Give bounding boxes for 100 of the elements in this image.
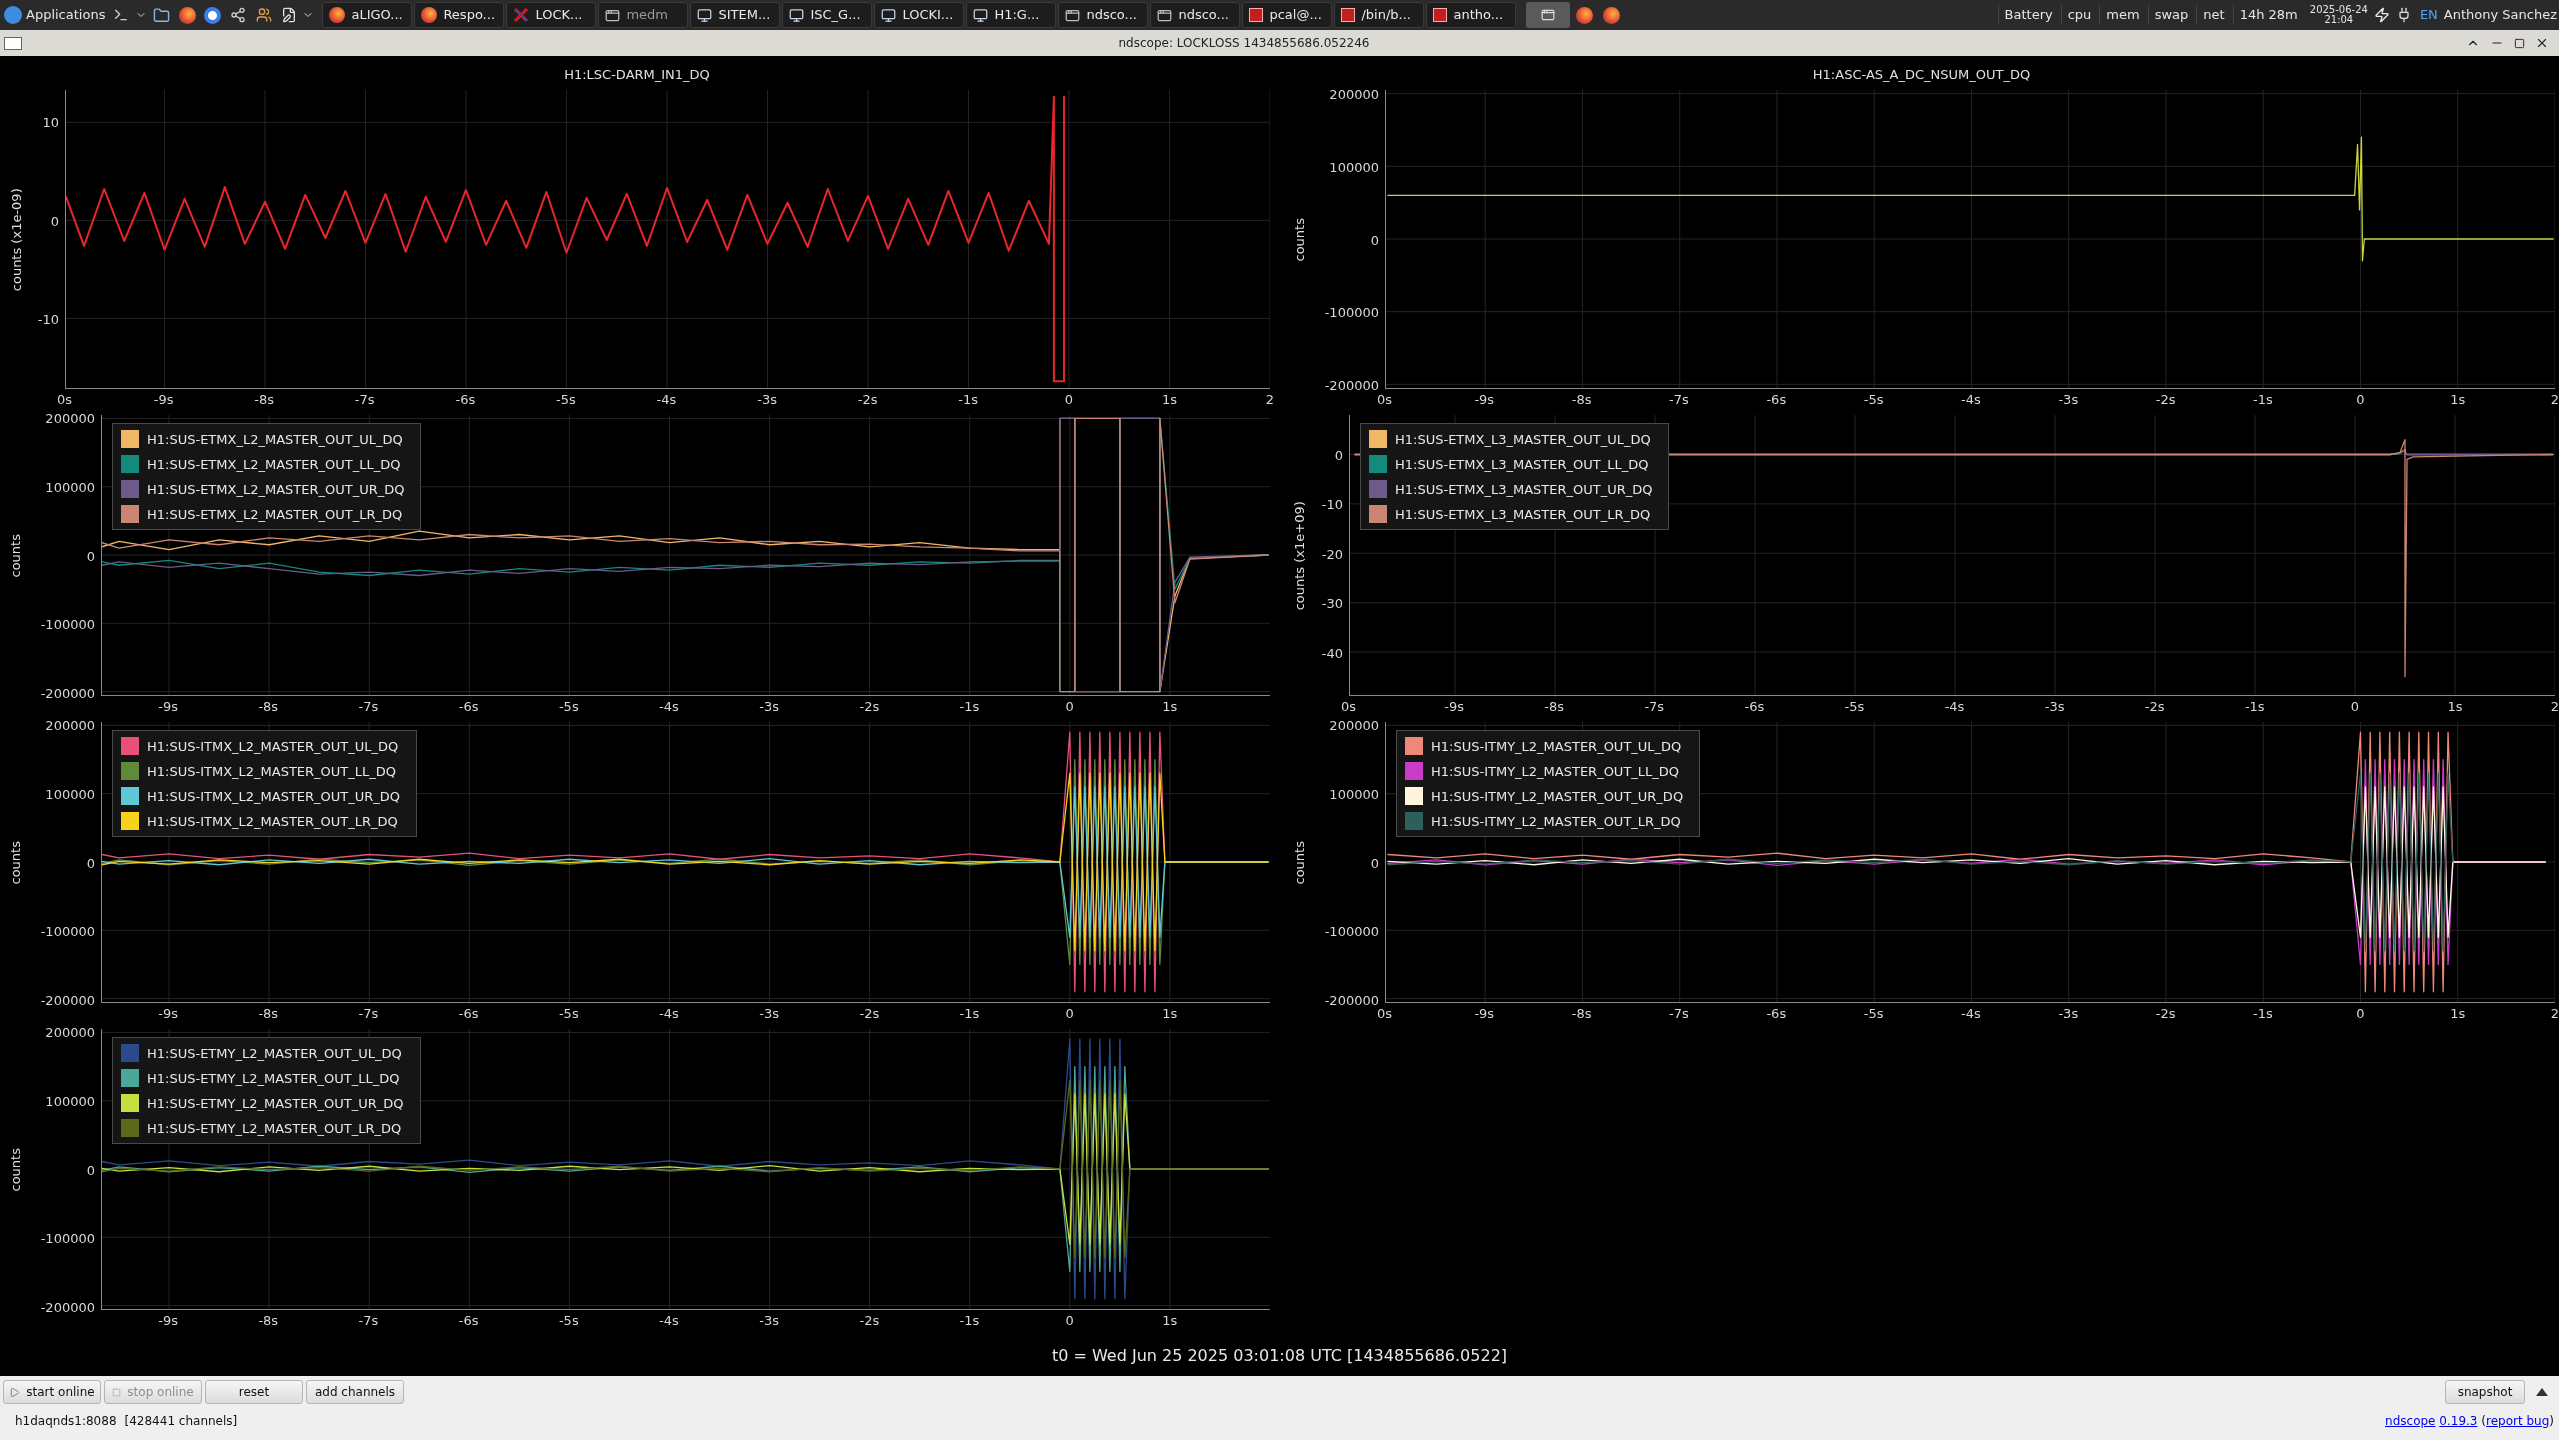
tick-label: -2s <box>859 1007 880 1020</box>
tick-label: -6s <box>1744 700 1765 713</box>
legend-label: H1:SUS-ETMX_L2_MASTER_OUT_UR_DQ <box>147 482 406 496</box>
tick-label: -3s <box>759 1007 779 1020</box>
tick-label: -3s <box>2058 1007 2079 1020</box>
tick-label: -2s <box>859 1314 880 1327</box>
tick-label: 100000 <box>45 480 95 494</box>
tick-label: -200000 <box>1324 993 1379 1007</box>
legend-label: H1:SUS-ETMX_L3_MASTER_OUT_LL_DQ <box>1395 457 1650 471</box>
tick-label: -1s <box>2244 700 2265 713</box>
tick-label: 0s <box>1377 393 1393 406</box>
tick-label: 1s <box>2450 393 2466 406</box>
legend-label: H1:SUS-ETMY_L2_MASTER_OUT_UR_DQ <box>147 1096 405 1110</box>
tick-label: 0 <box>86 549 95 562</box>
legend-label: H1:SUS-ETMY_L2_MASTER_OUT_UL_DQ <box>147 1046 403 1060</box>
tick-label: 10 <box>42 115 59 129</box>
tick-label: -6s <box>1766 1007 1787 1020</box>
tick-label: -4s <box>659 1007 679 1020</box>
tick-label: -6s <box>458 1007 479 1020</box>
tick-label: -5s <box>556 393 576 406</box>
tick-label: 1s <box>2450 1007 2466 1020</box>
tick-label: 0s <box>57 393 73 406</box>
tick-label: -1s <box>2253 1007 2273 1020</box>
tick-label: -7s <box>1669 1007 1689 1020</box>
tick-label: -5s <box>558 1314 579 1327</box>
tick-label: 0 <box>1065 1314 1074 1327</box>
tick-label: -7s <box>1669 393 1689 406</box>
tick-label: -200000 <box>40 1300 95 1314</box>
tick-label: 200000 <box>1329 718 1379 732</box>
tick-label: 200000 <box>45 718 95 732</box>
tick-label: 2 <box>2550 700 2559 713</box>
tick-label: -4s <box>659 700 679 713</box>
tick-label: -2s <box>2155 1007 2176 1020</box>
tick-label: -8s <box>254 393 275 406</box>
tick-label: -4s <box>1961 393 1981 406</box>
tick-label: 0 <box>1370 233 1379 246</box>
tick-label: -8s <box>258 1007 279 1020</box>
tick-label: -9s <box>158 1007 178 1020</box>
channel-count: [428441 channels] <box>123 1413 238 1430</box>
tick-label: -5s <box>1844 700 1865 713</box>
tick-label: -3s <box>757 393 777 406</box>
tick-label: -1s <box>2253 393 2273 406</box>
window-title: ndscope: LOCKLOSS 1434855686.052246 <box>1118 35 1370 52</box>
tick-label: -9s <box>1474 393 1495 406</box>
legend-label: H1:SUS-ETMY_L2_MASTER_OUT_LL_DQ <box>147 1071 401 1085</box>
tick-label: -3s <box>759 1314 779 1327</box>
tick-label: -9s <box>1444 700 1464 713</box>
tick-label: -100000 <box>40 1231 95 1245</box>
tick-label: -7s <box>358 1007 379 1020</box>
tick-label: -10 <box>37 312 59 326</box>
tick-label: -200000 <box>1324 378 1379 392</box>
plot-title: H1:ASC-AS_A_DC_NSUM_OUT_DQ <box>1812 66 2031 85</box>
tick-label: 1s <box>1162 700 1178 713</box>
tick-label: 200000 <box>45 411 95 425</box>
tick-label: -4s <box>1961 1007 1981 1020</box>
legend-label: H1:SUS-ETMY_L2_MASTER_OUT_LR_DQ <box>147 1121 403 1135</box>
tick-label: 0 <box>50 214 59 228</box>
legend-label: H1:SUS-ITMX_L2_MASTER_OUT_UR_DQ <box>147 789 402 803</box>
tick-label: 100000 <box>1329 160 1379 174</box>
legend-label: H1:SUS-ETMX_L3_MASTER_OUT_LR_DQ <box>1395 507 1652 521</box>
tick-label: -1s <box>959 700 980 713</box>
tick-label: 0 <box>1065 1007 1074 1020</box>
tick-label: -2s <box>2155 393 2176 406</box>
tick-label: -6s <box>455 393 476 406</box>
tick-label: -40 <box>1321 646 1343 660</box>
tick-label: -20 <box>1321 547 1343 561</box>
tick-label: 0 <box>1064 393 1073 406</box>
tick-label: -100000 <box>40 617 95 631</box>
tick-label: -8s <box>1571 1007 1592 1020</box>
tick-label: -6s <box>1766 393 1787 406</box>
tick-label: -100000 <box>40 924 95 938</box>
legend-label: H1:SUS-ETMX_L2_MASTER_OUT_UL_DQ <box>147 432 404 446</box>
tick-label: 0 <box>1334 448 1343 462</box>
clock-time: 21:04 <box>2324 15 2354 25</box>
tick-label: 100000 <box>45 1094 95 1108</box>
tick-label: -100000 <box>1324 924 1379 938</box>
axis-label: counts <box>7 1147 25 1192</box>
tick-label: -9s <box>158 1314 178 1327</box>
tick-label: -8s <box>258 1314 279 1327</box>
clock-date: 2025-06-24 <box>2309 5 2368 15</box>
tick-label: -6s <box>458 700 479 713</box>
tick-label: -100000 <box>1324 305 1379 319</box>
tick-label: -5s <box>558 1007 579 1020</box>
axis-label: counts <box>1291 217 1309 262</box>
tick-label: 0 <box>86 1163 95 1176</box>
tick-label: -8s <box>1544 700 1565 713</box>
tick-label: 2 <box>2550 1007 2559 1020</box>
tick-label: 1s <box>2447 700 2463 713</box>
server-status: h1daqnds1:8088 <box>14 1413 117 1430</box>
axis-label: counts (x1e+09) <box>1291 500 1309 611</box>
tick-label: -1s <box>958 393 979 406</box>
legend-label: H1:SUS-ETMX_L2_MASTER_OUT_LR_DQ <box>147 507 404 521</box>
tick-label: -6s <box>458 1314 479 1327</box>
version-text: ndscope 0.19.3 (report bug) <box>2385 1413 2555 1430</box>
legend-label: H1:SUS-ITMY_L2_MASTER_OUT_LR_DQ <box>1431 814 1682 828</box>
tick-label: -200000 <box>40 686 95 700</box>
tick-label: 1s <box>1162 1314 1178 1327</box>
tick-label: 2 <box>1265 393 1275 406</box>
legend-label: H1:SUS-ITMY_L2_MASTER_OUT_UL_DQ <box>1431 739 1683 753</box>
uptime-label: 14h 28m <box>2232 5 2304 25</box>
